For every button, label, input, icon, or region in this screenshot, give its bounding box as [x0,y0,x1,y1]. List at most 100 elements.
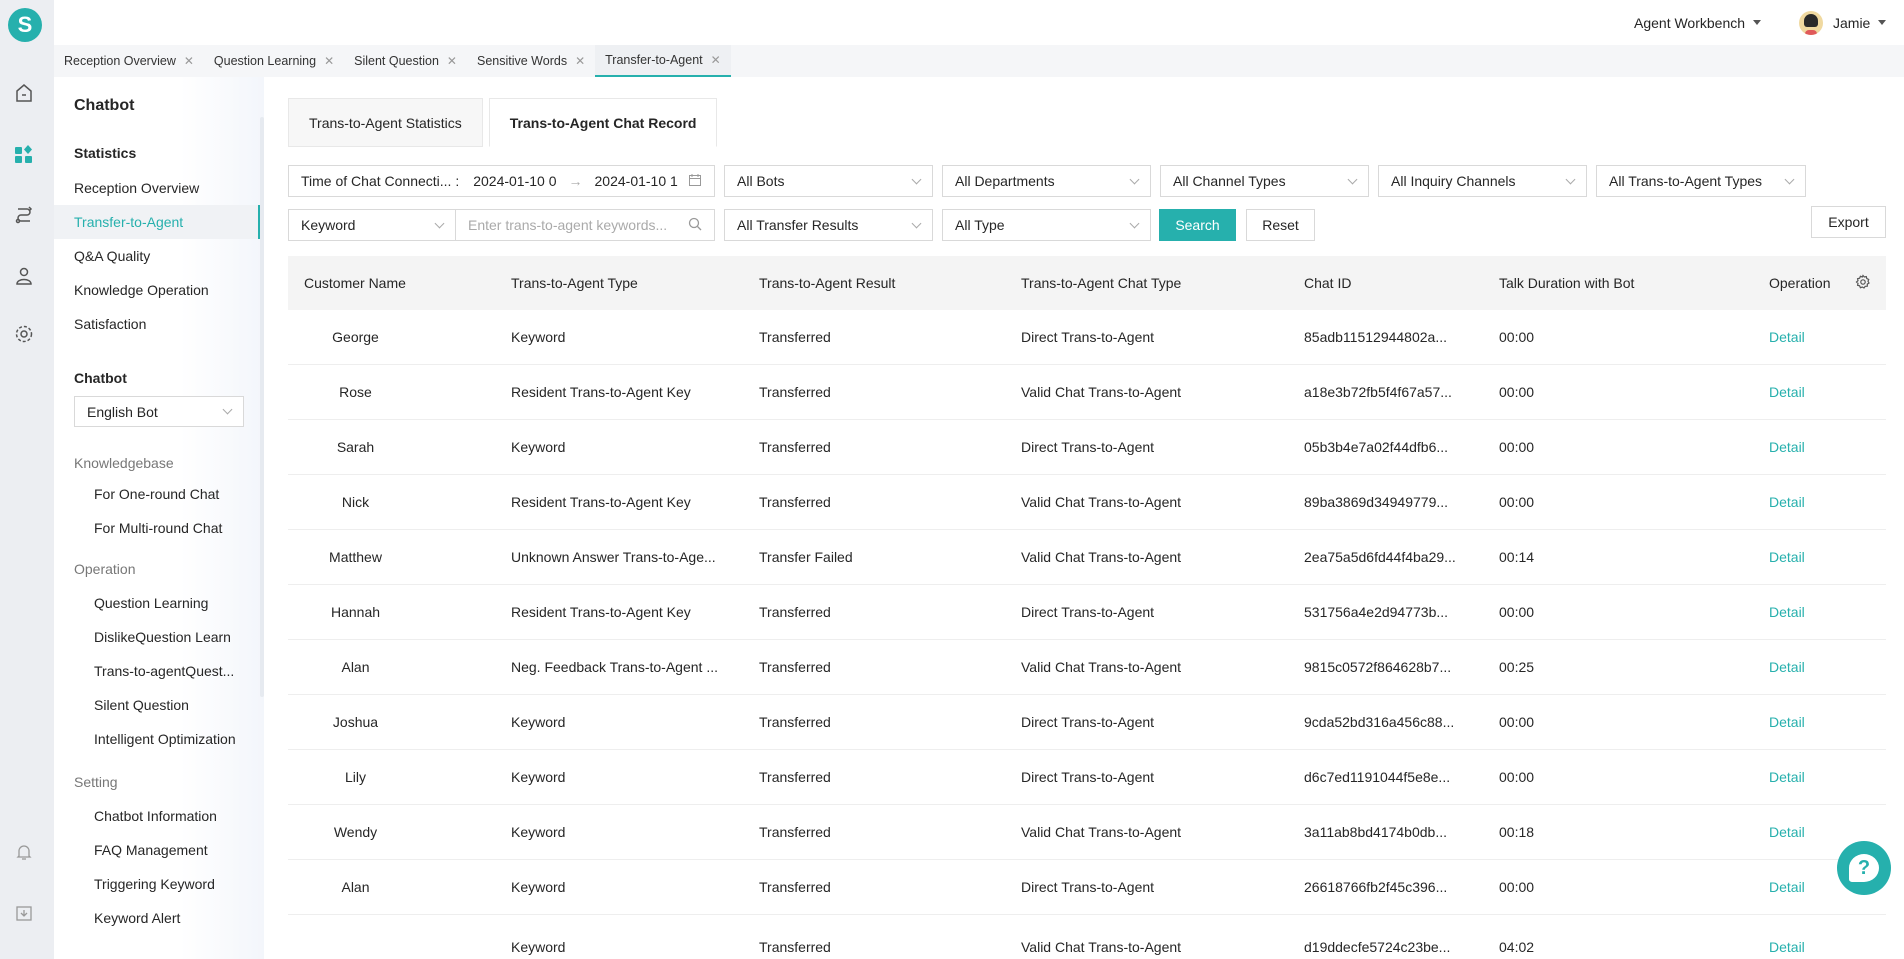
sidebar-item-trans-to-agent-question[interactable]: Trans-to-agentQuest... [54,654,260,688]
transfer-type: Resident Trans-to-Agent Key [511,604,691,620]
sidebar-item-question-learning[interactable]: Question Learning [54,586,260,620]
detail-link[interactable]: Detail [1769,475,1805,529]
detail-link[interactable]: Detail [1769,365,1805,419]
detail-link[interactable]: Detail [1769,915,1805,955]
close-icon[interactable]: ✕ [324,54,334,68]
sidebar-item-reception-overview[interactable]: Reception Overview [54,171,260,205]
bots-select[interactable]: All Bots [724,165,933,197]
apps-icon[interactable] [13,143,35,165]
route-icon[interactable] [13,204,35,226]
sidebar-item-chatbot-information[interactable]: Chatbot Information [54,799,260,833]
chat-id: d6c7ed1191044f5e8e... [1304,769,1451,785]
close-icon[interactable]: ✕ [711,53,721,67]
sidebar-item-triggering-keyword[interactable]: Triggering Keyword [54,867,260,901]
tab-chat-record[interactable]: Trans-to-Agent Chat Record [488,98,718,147]
tab-transfer-to-agent[interactable]: Transfer-to-Agent ✕ [595,45,731,77]
sidebar-item-knowledge-operation[interactable]: Knowledge Operation [54,273,260,307]
end-date[interactable]: 2024-01-10 1 [595,173,678,189]
transfer-type: Keyword [511,769,566,785]
detail-link[interactable]: Detail [1769,750,1805,804]
customer-name: Sarah [336,439,375,455]
talk-duration: 04:02 [1499,939,1535,955]
talk-duration: 00:25 [1499,659,1535,675]
table-row: Joshua Keyword Transferred Direct Trans-to-… [288,695,1886,750]
sidebar-item-multi-round[interactable]: For Multi-round Chat [54,511,260,545]
type-select[interactable]: All Type [942,209,1151,241]
table-header: Customer Name Trans-to-Agent Type Trans-… [288,256,1886,310]
agent-icon[interactable] [13,265,35,287]
detail-link[interactable]: Detail [1769,805,1805,859]
detail-link[interactable]: Detail [1769,310,1805,364]
transfer-types-select[interactable]: All Trans-to-Agent Types [1596,165,1806,197]
sidebar: Chatbot Statistics Reception Overview Tr… [54,77,264,959]
user-menu[interactable]: Jamie [1799,0,1887,45]
sidebar-item-dislike-question[interactable]: DislikeQuestion Learn [54,620,260,654]
home-icon[interactable] [13,82,35,104]
keyword-search-input[interactable]: Enter trans-to-agent keywords... [455,209,715,241]
customer-name: Hannah [330,604,381,620]
transfer-type: Neg. Feedback Trans-to-Agent ... [511,659,718,675]
chat-id: 2ea75a5d6fd44f4ba29... [1304,549,1456,565]
transfer-result: Transferred [759,329,831,345]
gear-icon[interactable] [13,323,35,345]
sidebar-item-satisfaction[interactable]: Satisfaction [54,307,260,341]
chat-id: 26618766fb2f45c396... [1304,879,1448,895]
close-icon[interactable]: ✕ [184,54,194,68]
sidebar-item-one-round[interactable]: For One-round Chat [54,477,260,511]
bell-icon[interactable] [13,841,35,863]
customer-name: George [332,329,379,345]
talk-duration: 00:00 [1499,439,1535,455]
chevron-down-icon [222,404,233,415]
top-header: Agent Workbench Jamie [54,0,1904,45]
sidebar-item-transfer-to-agent[interactable]: Transfer-to-Agent [54,205,260,239]
placeholder: Enter trans-to-agent keywords... [468,217,668,233]
customer-name: Rose [339,384,372,400]
tab-sensitive-words[interactable]: Sensitive Words ✕ [467,45,595,77]
talk-duration: 00:00 [1499,494,1535,510]
sidebar-group-setting: Setting [74,774,118,790]
caret-down-icon [1753,20,1762,25]
detail-link[interactable]: Detail [1769,420,1805,474]
chevron-down-icon [434,218,445,228]
transfer-type: Keyword [511,824,566,840]
search-button[interactable]: Search [1159,209,1236,241]
detail-link[interactable]: Detail [1769,530,1805,584]
tab-label: Silent Question [354,54,439,68]
download-icon[interactable] [13,902,35,924]
column-settings-icon[interactable] [1855,274,1873,292]
workbench-menu[interactable]: Agent Workbench [1634,0,1762,45]
chevron-down-icon [911,218,922,228]
time-range-picker[interactable]: Time of Chat Connecti... : 2024-01-10 0 … [288,165,715,197]
customer-name: Lily [344,769,366,785]
channel-types-select[interactable]: All Channel Types [1160,165,1369,197]
sidebar-item-intelligent-optimization[interactable]: Intelligent Optimization [54,722,260,756]
bot-select[interactable]: English Bot [74,396,244,427]
sidebar-item-silent-question[interactable]: Silent Question [54,688,260,722]
detail-link[interactable]: Detail [1769,640,1805,694]
close-icon[interactable]: ✕ [575,54,585,68]
keyword-type-select[interactable]: Keyword [288,209,456,241]
sidebar-item-keyword-alert[interactable]: Keyword Alert [54,901,260,935]
tab-question-learning[interactable]: Question Learning ✕ [204,45,344,77]
chevron-down-icon [1129,174,1140,184]
close-icon[interactable]: ✕ [447,54,457,68]
inquiry-channels-select[interactable]: All Inquiry Channels [1378,165,1587,197]
help-button[interactable]: ? [1837,841,1891,895]
page-tabs: Reception Overview ✕ Question Learning ✕ S… [54,45,1904,77]
tab-statistics[interactable]: Trans-to-Agent Statistics [288,98,483,147]
sidebar-item-faq-management[interactable]: FAQ Management [54,833,260,867]
detail-link[interactable]: Detail [1769,860,1805,914]
detail-link[interactable]: Detail [1769,585,1805,639]
app-logo[interactable]: S [8,8,42,42]
start-date[interactable]: 2024-01-10 0 [473,173,556,189]
sidebar-item-qa-quality[interactable]: Q&A Quality [54,239,260,273]
column-header: Trans-to-Agent Result [759,275,896,291]
transfer-results-select[interactable]: All Transfer Results [724,209,933,241]
sidebar-scrollbar[interactable] [260,117,264,697]
detail-link[interactable]: Detail [1769,695,1805,749]
departments-select[interactable]: All Departments [942,165,1151,197]
export-button[interactable]: Export [1811,206,1886,238]
reset-button[interactable]: Reset [1246,209,1315,241]
tab-silent-question[interactable]: Silent Question ✕ [344,45,467,77]
tab-reception-overview[interactable]: Reception Overview ✕ [54,45,204,77]
